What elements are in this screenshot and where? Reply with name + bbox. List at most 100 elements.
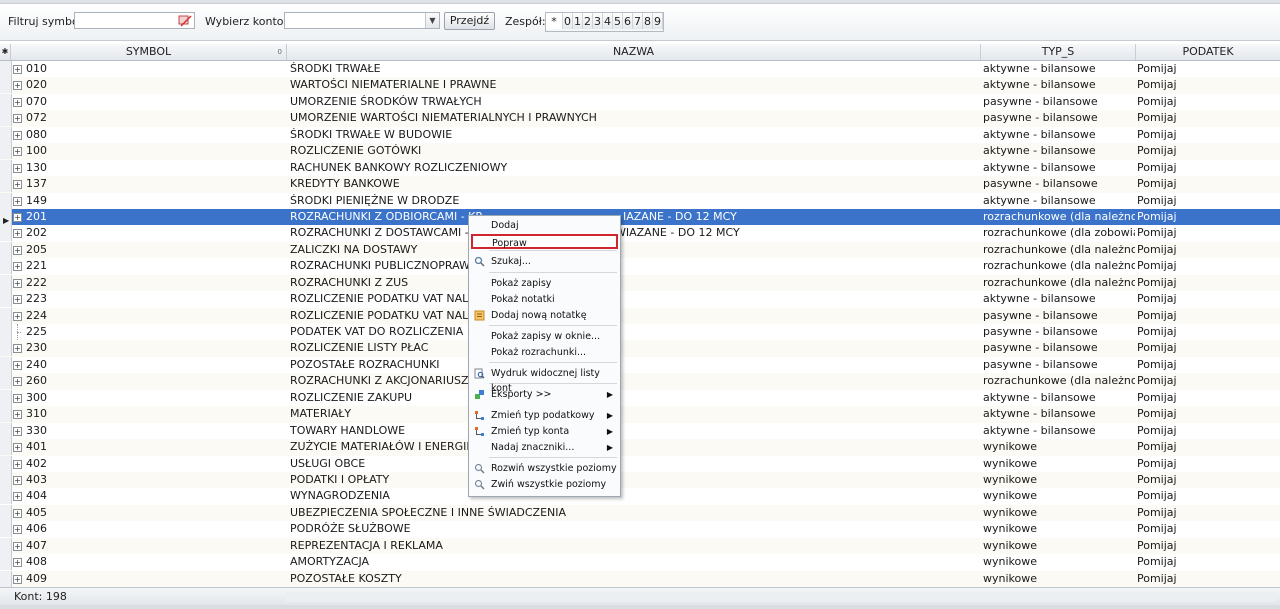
table-row[interactable]: +221 ROZRACHUNKI PUBLICZNOPRAWNE rozrachun… [0, 258, 1280, 275]
plus-icon[interactable]: + [13, 508, 22, 518]
account-select[interactable]: ▼ [284, 12, 440, 29]
expand-icon[interactable]: + [12, 554, 22, 570]
menu-item-dodaj-nową-notatkę[interactable]: Dodaj nową notatkę [470, 308, 619, 323]
expand-icon[interactable]: + [12, 521, 22, 537]
menu-item-pokaż-zapisy[interactable]: Pokaż zapisy [470, 276, 619, 291]
row-indicator[interactable] [0, 439, 12, 456]
row-indicator[interactable] [0, 258, 12, 275]
menu-item-dodaj[interactable]: Dodaj [470, 218, 619, 233]
row-indicator[interactable] [0, 488, 12, 505]
team-option-0[interactable]: 0 [563, 13, 573, 29]
row-indicator[interactable] [0, 126, 12, 143]
expand-icon[interactable]: + [12, 258, 22, 274]
plus-icon[interactable]: + [13, 525, 22, 535]
expand-icon[interactable]: + [12, 110, 22, 126]
menu-item-pokaż-notatki[interactable]: Pokaż notatki [470, 292, 619, 307]
clear-filter-icon[interactable] [178, 14, 192, 27]
plus-icon[interactable]: + [13, 558, 22, 568]
column-header-typ[interactable]: TYP_S [981, 44, 1136, 60]
expand-icon[interactable]: + [12, 571, 22, 587]
plus-icon[interactable]: + [13, 295, 22, 305]
plus-icon[interactable]: + [13, 180, 22, 190]
row-indicator[interactable] [0, 324, 12, 340]
plus-icon[interactable]: + [13, 344, 22, 354]
row-indicator[interactable] [0, 274, 12, 291]
plus-icon[interactable]: + [13, 278, 22, 288]
table-row[interactable]: +070 UMORZENIE ŚRODKÓW TRWAŁYCH pasywne - … [0, 93, 1280, 111]
plus-icon[interactable]: + [13, 311, 22, 321]
table-row[interactable]: +405 UBEZPIECZENIA SPOŁECZNE I INNE ŚWIAD… [0, 504, 1280, 522]
team-option-9[interactable]: 9 [653, 13, 663, 29]
plus-icon[interactable]: + [13, 475, 22, 485]
plus-icon[interactable]: + [13, 541, 22, 551]
table-row[interactable]: +330 TOWARY HANDLOWE aktywne - bilansowe Po… [0, 422, 1280, 440]
team-option-2[interactable]: 2 [583, 13, 593, 29]
expand-icon[interactable]: + [12, 225, 22, 241]
expand-icon[interactable]: + [12, 275, 22, 291]
expand-icon[interactable]: + [12, 308, 22, 324]
expand-icon[interactable]: + [12, 193, 22, 209]
plus-icon[interactable]: + [13, 147, 22, 157]
row-indicator[interactable] [0, 356, 12, 373]
plus-icon[interactable]: + [13, 229, 22, 239]
plus-icon[interactable]: + [13, 65, 22, 74]
row-indicator[interactable] [0, 521, 12, 538]
plus-icon[interactable]: + [13, 574, 22, 584]
row-indicator[interactable] [0, 77, 12, 94]
plus-icon[interactable]: + [13, 262, 22, 272]
row-indicator[interactable] [0, 225, 12, 242]
expand-icon[interactable]: + [12, 456, 22, 472]
row-indicator[interactable] [0, 159, 12, 176]
menu-item-popraw[interactable]: Popraw [471, 234, 618, 249]
table-row[interactable]: +202 ROZRACHUNKI Z DOSTAWCAMI - K WIAZANE … [0, 225, 1280, 242]
row-indicator[interactable] [0, 504, 12, 521]
row-indicator[interactable] [0, 241, 12, 258]
chevron-down-icon[interactable]: ▼ [425, 13, 439, 28]
table-row[interactable]: +402 USŁUGI OBCE wynikowe Pomijaj [0, 455, 1280, 472]
plus-icon[interactable]: + [13, 360, 22, 370]
table-row[interactable]: +408 AMORTYZACJA wynikowe Pomijaj [0, 554, 1280, 571]
menu-item-zmień-typ-podatkowy[interactable]: Zmień typ podatkowy ▶ [470, 408, 619, 423]
row-indicator[interactable] [0, 373, 12, 390]
row-indicator[interactable] [0, 455, 12, 472]
row-indicator[interactable] [0, 291, 12, 308]
table-row[interactable]: +403 PODATKI I OPŁATY wynikowe Pomijaj [0, 471, 1280, 489]
expand-icon[interactable]: + [12, 357, 22, 373]
table-row[interactable]: +224 ROZLICZENIE PODATKU VAT NALE pasywne … [0, 307, 1280, 324]
table-row[interactable]: +205 ZALICZKI NA DOSTAWY rozrachunkowe (dl… [0, 241, 1280, 259]
table-row[interactable]: +300 ROZLICZENIE ZAKUPU aktywne - bilansow… [0, 389, 1280, 407]
plus-icon[interactable]: + [13, 130, 22, 140]
plus-icon[interactable]: + [13, 114, 22, 124]
row-indicator[interactable] [0, 192, 12, 209]
row-indicator[interactable] [0, 143, 12, 160]
table-row[interactable]: 225 PODATEK VAT DO ROZLICZENIA pasywne - b… [0, 324, 1280, 341]
plus-icon[interactable]: + [13, 410, 22, 420]
menu-item-rozwiń-wszystkie-poziomy[interactable]: Rozwiń wszystkie poziomy [470, 461, 619, 476]
row-indicator[interactable]: ▶ [0, 208, 12, 225]
menu-item-pokaż-rozrachunki[interactable]: Pokaż rozrachunki... [470, 345, 619, 360]
expand-icon[interactable]: + [12, 390, 22, 406]
table-row[interactable]: +310 MATERIAŁY aktywne - bilansowe Pomijaj [0, 406, 1280, 423]
team-option-8[interactable]: 8 [643, 13, 653, 29]
menu-item-zmień-typ-konta[interactable]: Zmień typ konta ▶ [470, 424, 619, 439]
table-row[interactable]: +223 ROZLICZENIE PODATKU VAT NALIC aktywne… [0, 291, 1280, 308]
expand-icon[interactable]: + [12, 61, 22, 77]
table-row[interactable]: +149 ŚRODKI PIENIĘŻNE W DRODZE aktywne - b… [0, 192, 1280, 209]
table-row[interactable]: +080 ŚRODKI TRWAŁE W BUDOWIE aktywne - bil… [0, 126, 1280, 144]
team-option-6[interactable]: 6 [623, 13, 633, 29]
expand-icon[interactable]: + [12, 406, 22, 422]
expand-icon[interactable]: + [12, 291, 22, 307]
expand-icon[interactable]: + [12, 94, 22, 110]
expand-icon[interactable]: + [12, 373, 22, 389]
expand-icon[interactable]: + [12, 439, 22, 455]
plus-icon[interactable]: + [13, 196, 22, 206]
table-row[interactable]: +137 KREDYTY BANKOWE pasywne - bilansowe Po… [0, 176, 1280, 193]
go-button[interactable]: Przejdź [444, 12, 495, 30]
table-row[interactable]: +130 RACHUNEK BANKOWY ROZLICZENIOWY aktywn… [0, 159, 1280, 177]
row-indicator[interactable] [0, 389, 12, 406]
horizontal-scrollbar[interactable] [286, 592, 1276, 602]
table-row[interactable]: +222 ROZRACHUNKI Z ZUS rozrachunkowe (dla … [0, 274, 1280, 292]
column-header-nazwa[interactable]: NAZWA [287, 44, 981, 60]
table-row[interactable]: +230 ROZLICZENIE LISTY PŁAC pasywne - bila… [0, 340, 1280, 357]
column-header-podatek[interactable]: PODATEK [1136, 44, 1280, 60]
